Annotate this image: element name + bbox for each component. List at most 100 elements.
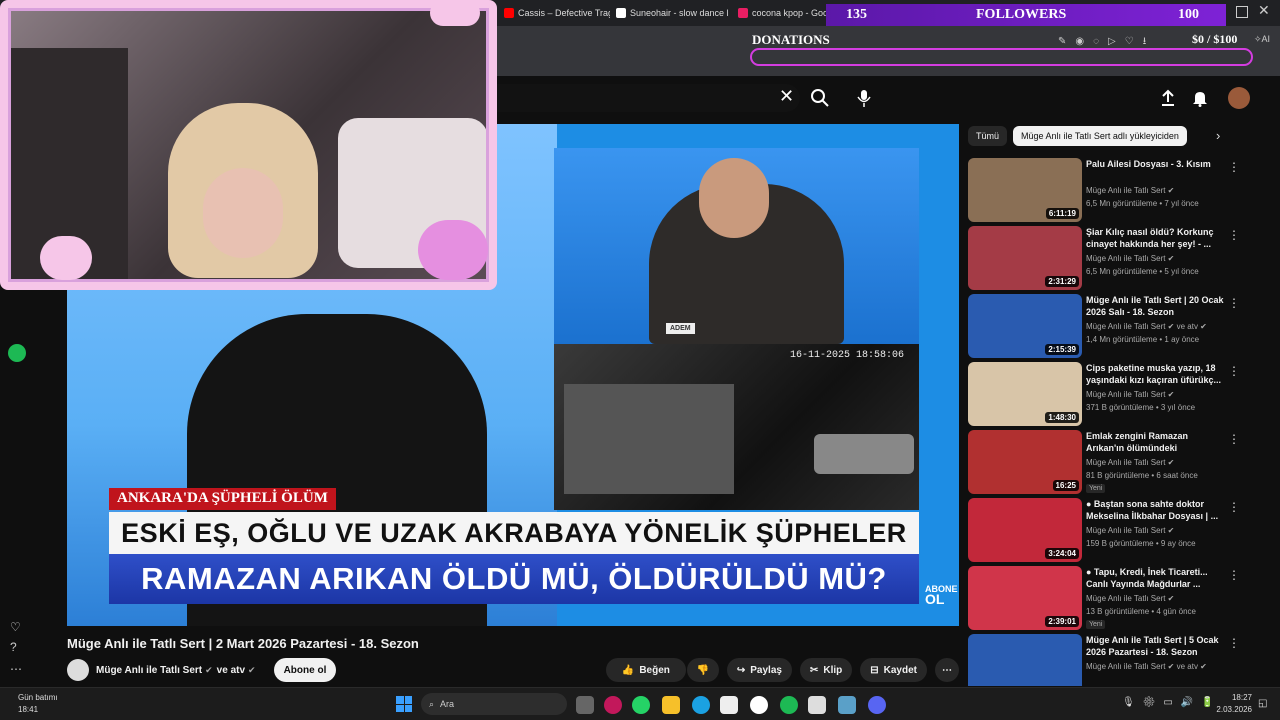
windows-start-icon[interactable]: [396, 696, 412, 712]
chip-uploader[interactable]: Müge Anlı ile Tatlı Sert adlı yükleyicid…: [1013, 126, 1187, 146]
related-video-item[interactable]: 3:24:04 ● Baştan sona sahte doktor Meksel…: [968, 498, 1263, 562]
chatgpt-icon[interactable]: [750, 696, 768, 714]
app-icon[interactable]: [838, 696, 856, 714]
channel-avatar[interactable]: [67, 659, 89, 681]
related-channel[interactable]: Müge Anlı ile Tatlı Sert ✔: [1086, 390, 1174, 399]
opera-icon[interactable]: [604, 696, 622, 714]
spotify-icon[interactable]: [780, 696, 798, 714]
video-thumbnail[interactable]: 2:31:29: [968, 226, 1082, 290]
save-button[interactable]: ⊟ Kaydet: [860, 658, 927, 682]
scissors-icon: ✂: [809, 664, 819, 676]
tab-title: Suneohair - slow dance l: [630, 8, 729, 18]
share-button[interactable]: ↪ Paylaş: [726, 658, 792, 682]
more-actions-button[interactable]: ⋯: [935, 658, 959, 682]
related-video-item[interactable]: 2:39:01 ● Tapu, Kredi, İnek Ticareti... C…: [968, 566, 1263, 630]
app-icon[interactable]: [808, 696, 826, 714]
thumbs-down-icon: 👎: [696, 664, 710, 676]
related-title[interactable]: ● Tapu, Kredi, İnek Ticareti... Canlı Ya…: [1086, 566, 1224, 590]
taskbar-search[interactable]: ⌕ Ara: [421, 693, 567, 715]
related-channel[interactable]: Müge Anlı ile Tatlı Sert ✔: [1086, 458, 1174, 467]
search-icon: ⌕: [429, 698, 435, 709]
related-video-item[interactable]: 6:11:19 Palu Ailesi Dosyası - 3. Kısım Müg…: [968, 158, 1263, 222]
discord-icon[interactable]: [868, 696, 886, 714]
notifications-bell-icon[interactable]: [1191, 89, 1209, 107]
related-title[interactable]: Palu Ailesi Dosyası - 3. Kısım: [1086, 158, 1224, 170]
notification-icon[interactable]: ◱: [1258, 698, 1267, 709]
video-thumbnail[interactable]: 2:15:39: [968, 294, 1082, 358]
kebab-menu-icon[interactable]: ⋮: [1228, 160, 1240, 174]
weather-label[interactable]: Gün batımı: [18, 693, 58, 702]
related-channel[interactable]: Müge Anlı ile Tatlı Sert ✔: [1086, 526, 1174, 535]
close-window-icon[interactable]: ✕: [1258, 2, 1270, 19]
more-icon[interactable]: ⋯: [10, 662, 22, 676]
subscribe-watermark: ABONE OL: [925, 584, 958, 606]
verified-icon: ✔: [205, 664, 213, 675]
related-title[interactable]: Müge Anlı ile Tatlı Sert | 5 Ocak 2026 P…: [1086, 634, 1224, 658]
related-title[interactable]: ● Baştan sona sahte doktor Mekselina İlk…: [1086, 498, 1224, 522]
kebab-menu-icon[interactable]: ⋮: [1228, 228, 1240, 242]
restore-window-icon[interactable]: [1236, 6, 1248, 18]
file-explorer-icon[interactable]: [662, 696, 680, 714]
video-thumbnail[interactable]: 1:48:30: [968, 362, 1082, 426]
clock-time[interactable]: 18:27: [1226, 693, 1252, 702]
kebab-menu-icon[interactable]: ⋮: [1228, 636, 1240, 650]
kebab-menu-icon[interactable]: ⋮: [1228, 296, 1240, 310]
related-channel[interactable]: Müge Anlı ile Tatlı Sert ✔: [1086, 186, 1174, 195]
edge-icon[interactable]: [692, 696, 710, 714]
news-tag: ANKARA'DA ŞÜPHELİ ÖLÜM: [109, 488, 336, 510]
video-thumbnail[interactable]: [968, 634, 1082, 686]
chip-all[interactable]: Tümü: [968, 126, 1008, 146]
followers-label: FOLLOWERS: [976, 7, 1067, 22]
ai-icon[interactable]: ✧AI: [1254, 34, 1270, 45]
related-channel[interactable]: Müge Anlı ile Tatlı Sert ✔: [1086, 254, 1174, 263]
related-video-item[interactable]: 16:25 Emlak zengini Ramazan Arıkan'ın ölü…: [968, 430, 1263, 494]
filter-chips: Tümü Müge Anlı ile Tatlı Sert adlı yükle…: [968, 126, 1187, 146]
chevron-right-icon[interactable]: ›: [1216, 128, 1220, 143]
related-video-item[interactable]: 1:48:30 Cips paketine muska yazıp, 18 yaş…: [968, 362, 1263, 426]
donations-goal: / $100: [1207, 32, 1238, 46]
help-icon[interactable]: ?: [10, 640, 17, 654]
browser-tab[interactable]: cocona kpop - Googl: [734, 3, 826, 23]
spotify-icon[interactable]: [8, 344, 26, 362]
whatsapp-icon[interactable]: [632, 696, 650, 714]
related-channel[interactable]: Müge Anlı ile Tatlı Sert ✔ ve atv ✔: [1086, 322, 1207, 331]
related-title[interactable]: Emlak zengini Ramazan Arıkan'ın ölümünde…: [1086, 430, 1224, 456]
search-input[interactable]: [480, 84, 800, 112]
store-icon[interactable]: [720, 696, 738, 714]
related-channel[interactable]: Müge Anlı ile Tatlı Sert ✔: [1086, 594, 1174, 603]
video-thumbnail[interactable]: 6:11:19: [968, 158, 1082, 222]
clip-button[interactable]: ✂ Klip: [799, 658, 853, 682]
video-thumbnail[interactable]: 2:39:01: [968, 566, 1082, 630]
upload-icon[interactable]: [1159, 89, 1177, 107]
lower-third: ANKARA'DA ŞÜPHELİ ÖLÜM ESKİ EŞ, OĞLU VE …: [109, 484, 919, 604]
video-thumbnail[interactable]: 16:25: [968, 430, 1082, 494]
kebab-menu-icon[interactable]: ⋮: [1228, 432, 1240, 446]
channel-name[interactable]: Müge Anlı ile Tatlı Sert: [96, 665, 202, 676]
task-view-icon[interactable]: [576, 696, 594, 714]
heart-icon[interactable]: ♡: [10, 620, 21, 634]
account-avatar[interactable]: [1228, 87, 1250, 109]
related-video-item[interactable]: Müge Anlı ile Tatlı Sert | 5 Ocak 2026 P…: [968, 634, 1263, 686]
related-video-item[interactable]: 2:31:29 Şiar Kılıç nasıl öldü? Korkunç ci…: [968, 226, 1263, 290]
microphone-icon[interactable]: [856, 88, 872, 108]
collab-channel[interactable]: ve atv: [217, 665, 245, 676]
system-tray-icons[interactable]: 🎙⚙▭🔊🔋: [1122, 697, 1222, 708]
like-button[interactable]: 👍 Beğen: [605, 658, 686, 682]
related-title[interactable]: Cips paketine muska yazıp, 18 yaşındaki …: [1086, 362, 1224, 386]
browser-tab[interactable]: Suneohair - slow dance l: [612, 3, 730, 23]
kebab-menu-icon[interactable]: ⋮: [1228, 364, 1240, 378]
related-meta: 6,5 Mn görüntüleme • 5 yıl önce: [1086, 267, 1199, 276]
potion-ornament-icon: [418, 220, 488, 280]
browser-tab[interactable]: Cassis – Defective Tragedy: [500, 3, 610, 23]
clear-search-icon[interactable]: ✕: [779, 86, 794, 107]
related-title[interactable]: Müge Anlı ile Tatlı Sert | 20 Ocak 2026 …: [1086, 294, 1224, 318]
related-video-item[interactable]: 2:15:39 Müge Anlı ile Tatlı Sert | 20 Oca…: [968, 294, 1263, 358]
video-thumbnail[interactable]: 3:24:04: [968, 498, 1082, 562]
kebab-menu-icon[interactable]: ⋮: [1228, 500, 1240, 514]
subscribe-button[interactable]: Abone ol: [273, 658, 337, 682]
search-icon[interactable]: [810, 88, 830, 108]
related-channel[interactable]: Müge Anlı ile Tatlı Sert ✔ ve atv ✔: [1086, 662, 1207, 671]
dislike-button[interactable]: 👎: [686, 658, 719, 682]
kebab-menu-icon[interactable]: ⋮: [1228, 568, 1240, 582]
related-title[interactable]: Şiar Kılıç nasıl öldü? Korkunç cinayet h…: [1086, 226, 1224, 250]
